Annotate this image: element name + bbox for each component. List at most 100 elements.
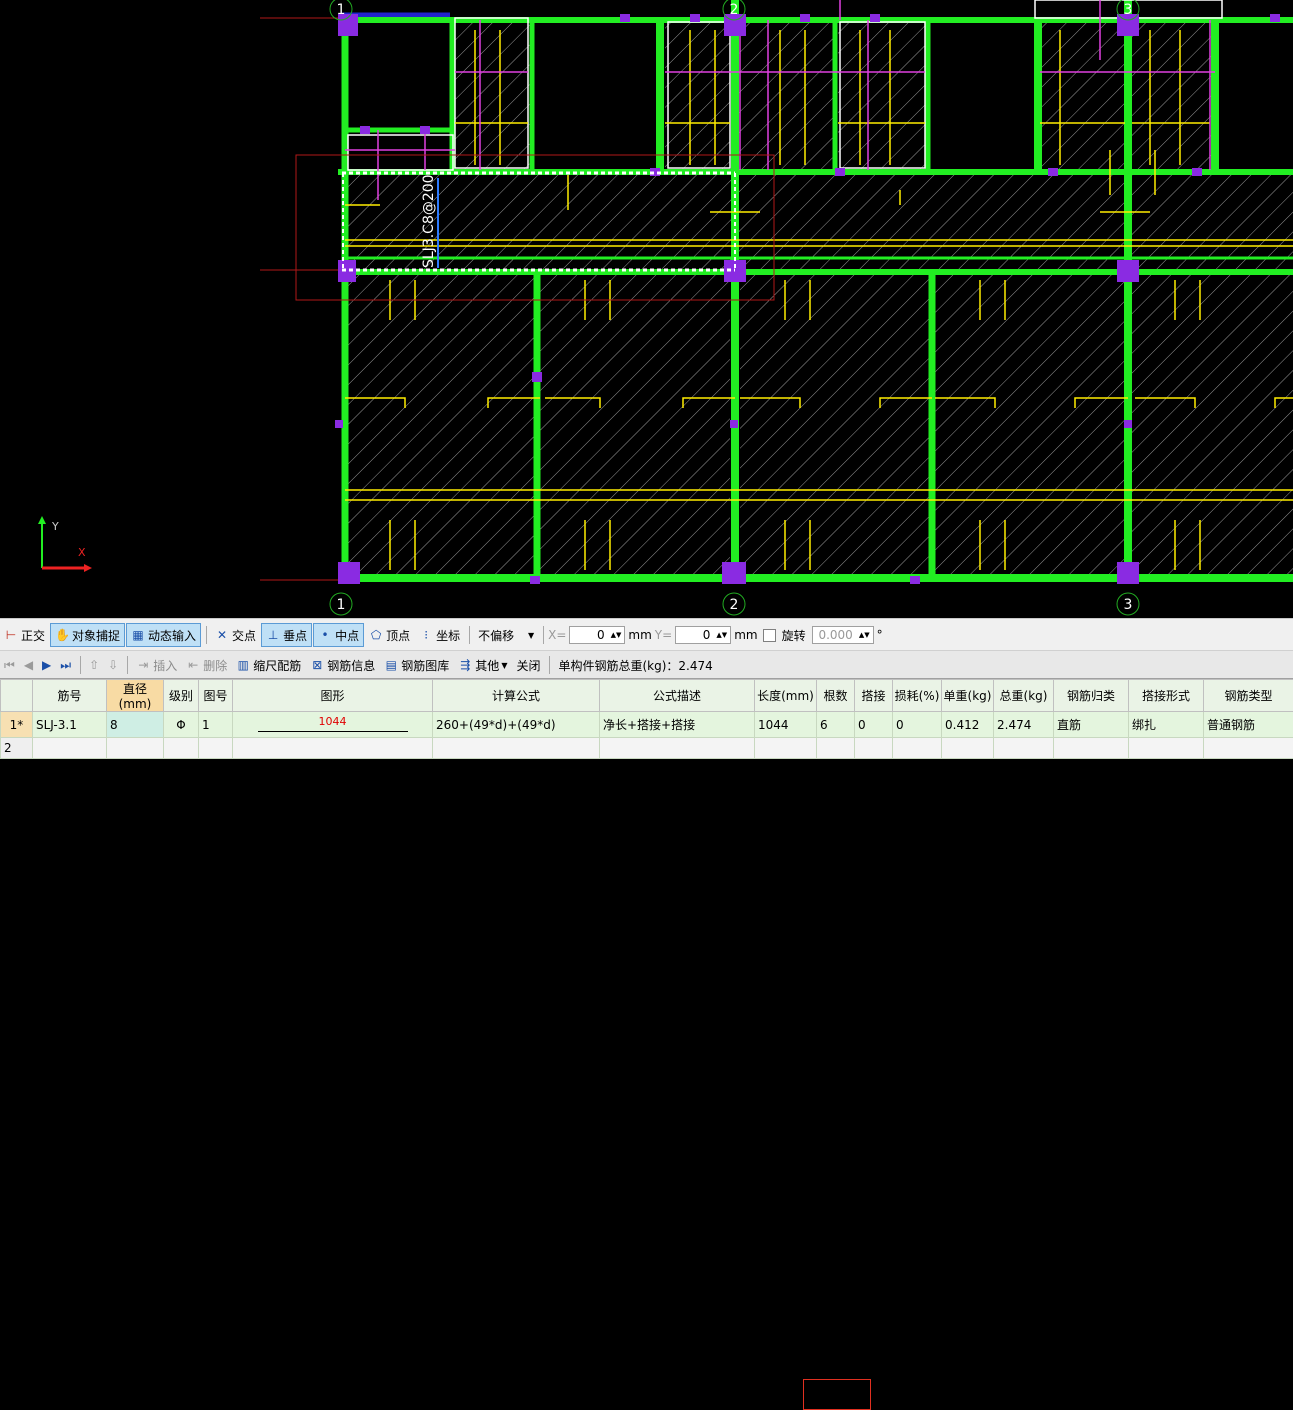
empty-cell[interactable] bbox=[755, 738, 817, 759]
offset-mode-select[interactable]: 不偏移▼ bbox=[474, 624, 538, 646]
intersection-icon: ✕ bbox=[215, 628, 229, 642]
x-input[interactable]: 0▲▼ bbox=[569, 626, 625, 644]
cell-total-weight[interactable]: 2.474 bbox=[994, 712, 1054, 738]
first-record-button[interactable]: ⏮ bbox=[0, 654, 19, 676]
rebar-library-button[interactable]: ▤钢筋图库 bbox=[380, 654, 453, 676]
intersection-button[interactable]: ✕交点 bbox=[211, 624, 260, 646]
empty-cell[interactable] bbox=[893, 738, 942, 759]
table-header-row: 筋号 直径(mm) 级别 图号 图形 计算公式 公式描述 长度(mm) 根数 搭… bbox=[1, 680, 1293, 712]
empty-cell[interactable] bbox=[1204, 738, 1293, 759]
cell-category[interactable]: 直筋 bbox=[1054, 712, 1129, 738]
empty-cell[interactable] bbox=[1129, 738, 1204, 759]
cell-diameter[interactable]: 8 bbox=[107, 712, 164, 738]
row-number[interactable]: 1* bbox=[1, 712, 33, 738]
dynamic-input-icon: ▦ bbox=[131, 628, 145, 642]
cell-formula[interactable]: 260+(49*d)+(49*d) bbox=[433, 712, 600, 738]
empty-cell[interactable] bbox=[199, 738, 233, 759]
column-header[interactable]: 公式描述 bbox=[600, 680, 755, 712]
move-down-button[interactable]: ⇩ bbox=[104, 654, 122, 676]
table-row[interactable]: 2 bbox=[1, 738, 1293, 759]
separator bbox=[127, 656, 128, 674]
cell-description[interactable]: 净长+搭接+搭接 bbox=[600, 712, 755, 738]
ortho-button[interactable]: ⊢正交 bbox=[0, 624, 49, 646]
ucs-icon: Y X bbox=[38, 516, 92, 572]
x-label: X= bbox=[548, 628, 566, 642]
spin-icon: ▲▼ bbox=[859, 631, 870, 639]
empty-cell[interactable] bbox=[164, 738, 199, 759]
table-row[interactable]: 1* SLJ-3.1 8 Φ 1 1044 260+(49*d)+(49*d) … bbox=[1, 712, 1293, 738]
column-header[interactable]: 总重(kg) bbox=[994, 680, 1054, 712]
rebar-library-icon: ▤ bbox=[384, 658, 398, 672]
move-up-button[interactable]: ⇧ bbox=[85, 654, 103, 676]
cell-lap[interactable]: 0 bbox=[855, 712, 893, 738]
empty-cell[interactable] bbox=[855, 738, 893, 759]
column-header[interactable]: 筋号 bbox=[33, 680, 107, 712]
cell-shape[interactable]: 1044 bbox=[233, 712, 433, 738]
close-button[interactable]: 关闭 bbox=[512, 654, 544, 676]
column-header[interactable]: 计算公式 bbox=[433, 680, 600, 712]
rebar-info-icon: ⊠ bbox=[310, 658, 324, 672]
empty-cell[interactable] bbox=[942, 738, 994, 759]
slab-hatch bbox=[345, 22, 1293, 575]
column-header[interactable]: 长度(mm) bbox=[755, 680, 817, 712]
column-header[interactable]: 根数 bbox=[817, 680, 855, 712]
empty-cell[interactable] bbox=[107, 738, 164, 759]
rebar-info-button[interactable]: ⊠钢筋信息 bbox=[306, 654, 379, 676]
coordinate-icon: ⁝ bbox=[419, 628, 433, 642]
cell-shape-no[interactable]: 1 bbox=[199, 712, 233, 738]
axis-label-top-2: 2 bbox=[730, 2, 739, 18]
snap-icon: ✋ bbox=[55, 628, 69, 642]
cad-drawing-canvas[interactable]: SLJ3.C8@200 1 2 3 1 2 3 Y X bbox=[0, 0, 1293, 618]
insert-button[interactable]: ⇥插入 bbox=[132, 654, 181, 676]
corner-header bbox=[1, 680, 33, 712]
dynamic-input-button[interactable]: ▦动态输入 bbox=[126, 623, 201, 647]
empty-cell[interactable] bbox=[994, 738, 1054, 759]
cell-loss[interactable]: 0 bbox=[893, 712, 942, 738]
column-header[interactable]: 级别 bbox=[164, 680, 199, 712]
cell-unit-weight[interactable]: 0.412 bbox=[942, 712, 994, 738]
object-snap-button[interactable]: ✋对象捕捉 bbox=[50, 623, 125, 647]
column-header[interactable]: 直径(mm) bbox=[107, 680, 164, 712]
column-header[interactable]: 单重(kg) bbox=[942, 680, 994, 712]
vertex-icon: ⬠ bbox=[369, 628, 383, 642]
cell-length[interactable]: 1044 bbox=[755, 712, 817, 738]
shape-length-label: 1044 bbox=[258, 715, 408, 728]
perpendicular-button[interactable]: ⊥垂点 bbox=[261, 623, 312, 647]
column-header[interactable]: 搭接 bbox=[855, 680, 893, 712]
cell-bar-no[interactable]: SLJ-3.1 bbox=[33, 712, 107, 738]
column-header[interactable]: 钢筋类型 bbox=[1204, 680, 1293, 712]
empty-cell[interactable] bbox=[233, 738, 433, 759]
snap-toolbar: ⊢正交 ✋对象捕捉 ▦动态输入 ✕交点 ⊥垂点 •中点 ⬠顶点 ⁝坐标 不偏移▼… bbox=[0, 618, 1293, 651]
cell-grade[interactable]: Φ bbox=[164, 712, 199, 738]
scale-rebar-button[interactable]: ▥缩尺配筋 bbox=[232, 654, 305, 676]
column-header[interactable]: 钢筋归类 bbox=[1054, 680, 1129, 712]
vertex-button[interactable]: ⬠顶点 bbox=[365, 624, 414, 646]
row-number[interactable]: 2 bbox=[1, 738, 33, 759]
axis-label-bottom-3: 3 bbox=[1124, 597, 1133, 613]
empty-cell[interactable] bbox=[33, 738, 107, 759]
cell-rebar-type[interactable]: 普通钢筋 bbox=[1204, 712, 1293, 738]
boundary-line bbox=[345, 15, 450, 130]
column-header[interactable]: 搭接形式 bbox=[1129, 680, 1204, 712]
ortho-icon: ⊢ bbox=[4, 628, 18, 642]
empty-cell[interactable] bbox=[600, 738, 755, 759]
column-header[interactable]: 图形 bbox=[233, 680, 433, 712]
highlight-box bbox=[803, 1379, 871, 1410]
coordinate-button[interactable]: ⁝坐标 bbox=[415, 624, 464, 646]
cell-lap-form[interactable]: 绑扎 bbox=[1129, 712, 1204, 738]
column-header[interactable]: 图号 bbox=[199, 680, 233, 712]
last-record-button[interactable]: ⏭ bbox=[56, 654, 75, 676]
rotate-input[interactable]: 0.000▲▼ bbox=[812, 626, 874, 644]
rotate-checkbox[interactable] bbox=[763, 629, 776, 642]
midpoint-button[interactable]: •中点 bbox=[313, 623, 364, 647]
other-menu-button[interactable]: ⇶其他▼ bbox=[454, 654, 511, 676]
empty-cell[interactable] bbox=[1054, 738, 1129, 759]
cell-count[interactable]: 6 bbox=[817, 712, 855, 738]
prev-record-button[interactable]: ◀ bbox=[20, 654, 37, 676]
next-record-button[interactable]: ▶ bbox=[38, 654, 55, 676]
empty-cell[interactable] bbox=[817, 738, 855, 759]
column-header[interactable]: 损耗(%) bbox=[893, 680, 942, 712]
empty-cell[interactable] bbox=[433, 738, 600, 759]
y-input[interactable]: 0▲▼ bbox=[675, 626, 731, 644]
delete-button[interactable]: ⇤删除 bbox=[182, 654, 231, 676]
